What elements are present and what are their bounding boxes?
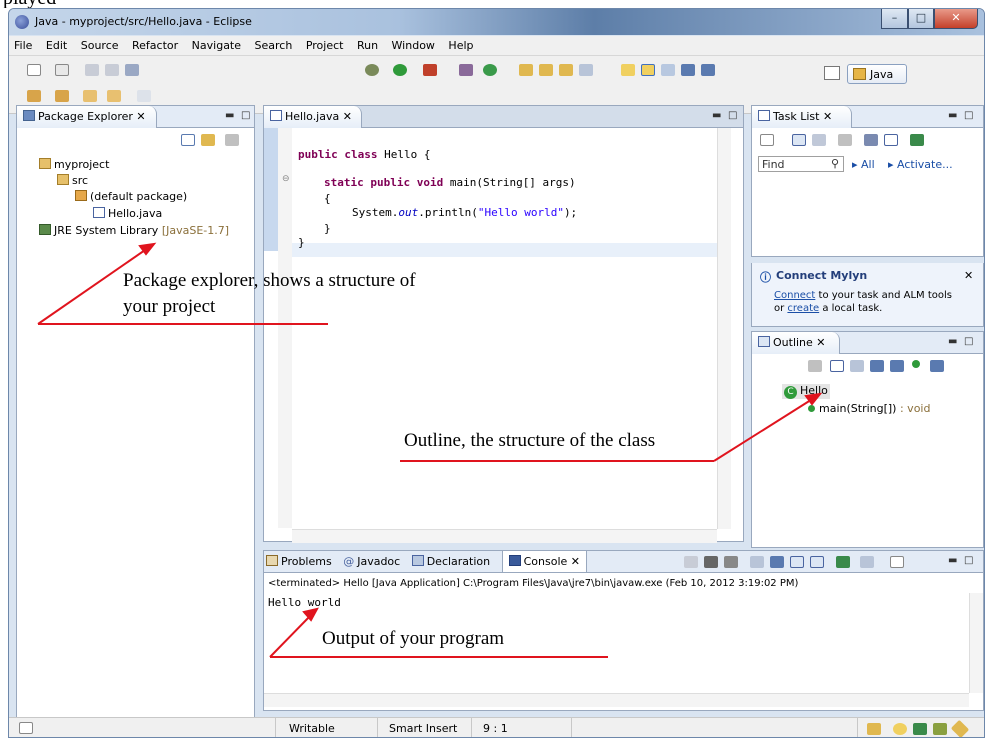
- output-arrowhead: [302, 607, 319, 622]
- outline-annotation: Outline, the structure of the class: [404, 430, 656, 451]
- output-arrow-line: [269, 613, 313, 658]
- output-annotation: Output of your program: [322, 628, 505, 649]
- pkg-annotation-line1: Package explorer, shows a structure of: [123, 270, 416, 291]
- pkg-annotation-line2: your project: [123, 296, 216, 317]
- outline-arrow-line: [713, 397, 815, 462]
